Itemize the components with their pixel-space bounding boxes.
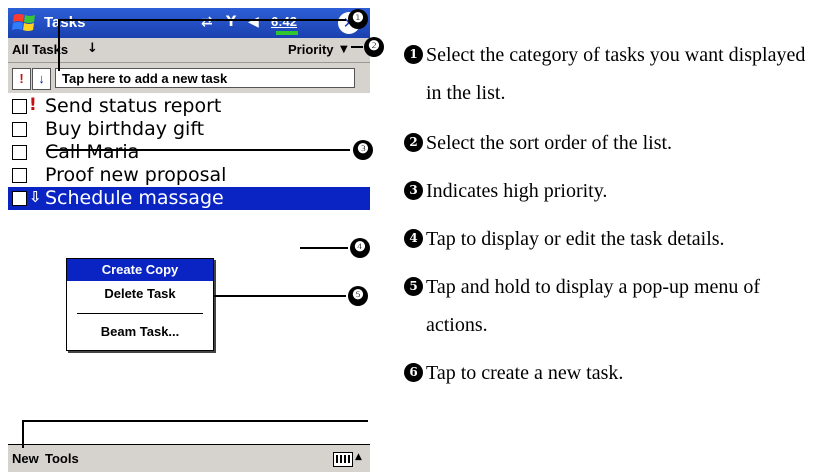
- title-bar: Tasks ⇄ Y ◀ 6:42 ✕: [8, 8, 370, 38]
- callout-line-2: [351, 46, 363, 48]
- windows-start-icon[interactable]: [12, 11, 38, 35]
- context-menu: Create Copy Delete Task Beam Task...: [66, 258, 214, 351]
- description-text: Tap and hold to display a pop-up menu of…: [426, 276, 761, 336]
- battery-indicator: [276, 31, 298, 35]
- keyboard-icon[interactable]: [333, 452, 353, 467]
- description-number: 6: [404, 363, 423, 382]
- description-item: 5 Tap and hold to display a pop-up menu …: [404, 268, 814, 344]
- task-row[interactable]: Buy birthday gift: [8, 118, 370, 141]
- task-label[interactable]: Call Maria: [45, 141, 139, 163]
- description-text: Tap to create a new task.: [426, 362, 624, 384]
- callout-marker-3: ❸: [353, 140, 373, 160]
- callout-line-1: [58, 19, 346, 21]
- description-item: 1 Select the category of tasks you want …: [404, 36, 814, 112]
- new-task-field[interactable]: Tap here to add a new task: [55, 68, 355, 88]
- input-method-arrow-icon[interactable]: ▲: [355, 452, 362, 462]
- low-priority-icon: ⇩: [29, 188, 42, 206]
- task-row-selected[interactable]: ⇩ Schedule massage: [8, 187, 370, 210]
- high-priority-icon: !: [29, 95, 37, 115]
- sort-order-dropdown[interactable]: Priority: [288, 42, 334, 57]
- task-entry-bar: ! ↓ Tap here to add a new task: [8, 63, 370, 93]
- description-text: Select the sort order of the list.: [426, 132, 673, 154]
- tools-menu[interactable]: Tools: [45, 451, 79, 466]
- volume-icon[interactable]: ◀: [248, 14, 259, 30]
- description-text: Select the category of tasks you want di…: [426, 44, 806, 104]
- menu-separator: [77, 313, 203, 314]
- clock[interactable]: 6:42: [271, 14, 297, 29]
- filter-bar: All Tasks ↓ Priority ▼: [8, 38, 370, 63]
- description-item: 3 Indicates high priority.: [404, 172, 814, 210]
- description-number: 1: [404, 45, 423, 64]
- task-checkbox[interactable]: [12, 191, 27, 206]
- command-bar: New Tools ▲: [8, 444, 370, 472]
- callout-marker-5: ❺: [348, 286, 368, 306]
- callout-marker-4: ❹: [350, 238, 370, 258]
- task-row[interactable]: ! Send status report: [8, 95, 370, 118]
- description-text: Tap to display or edit the task details.: [426, 228, 725, 250]
- callout-marker-1: ❶: [348, 9, 368, 29]
- task-row[interactable]: Call Maria: [8, 141, 370, 164]
- menu-item-beam-task[interactable]: Beam Task...: [67, 321, 213, 343]
- description-item: 2 Select the sort order of the list.: [404, 124, 814, 162]
- signal-off-icon[interactable]: Y: [226, 14, 236, 30]
- description-number: 5: [404, 277, 423, 296]
- device-screen: Tasks ⇄ Y ◀ 6:42 ✕ All Tasks ↓ Priority …: [8, 2, 370, 472]
- callout-line-6: [22, 420, 24, 448]
- callout-line-6: [22, 420, 368, 422]
- description-number: 4: [404, 229, 423, 248]
- description-list: 1 Select the category of tasks you want …: [404, 36, 814, 392]
- task-row[interactable]: Proof new proposal: [8, 164, 370, 187]
- new-button[interactable]: New: [12, 451, 39, 466]
- task-checkbox[interactable]: [12, 145, 27, 160]
- task-checkbox[interactable]: [12, 168, 27, 183]
- menu-item-delete-task[interactable]: Delete Task: [67, 283, 213, 305]
- chevron-down-icon[interactable]: ▼: [340, 44, 348, 55]
- menu-item-create-copy[interactable]: Create Copy: [67, 259, 213, 281]
- task-label[interactable]: Schedule massage: [45, 187, 224, 209]
- task-list: ! Send status report Buy birthday gift C…: [8, 95, 370, 210]
- callout-line-4: [300, 247, 348, 249]
- callout-marker-2: ❷: [364, 37, 384, 57]
- callout-line-5: [214, 295, 346, 297]
- low-priority-button[interactable]: ↓: [32, 68, 51, 90]
- description-text: Indicates high priority.: [426, 180, 608, 202]
- app-title: Tasks: [44, 14, 86, 31]
- task-checkbox[interactable]: [12, 122, 27, 137]
- description-number: 2: [404, 133, 423, 152]
- description-item: 4 Tap to display or edit the task detail…: [404, 220, 814, 258]
- callout-line-3: [48, 149, 350, 151]
- task-label[interactable]: Proof new proposal: [45, 164, 226, 186]
- connectivity-icon[interactable]: ⇄: [201, 14, 213, 30]
- task-checkbox[interactable]: [12, 99, 27, 114]
- task-label[interactable]: Buy birthday gift: [45, 118, 204, 140]
- description-item: 6 Tap to create a new task.: [404, 354, 814, 392]
- description-number: 3: [404, 181, 423, 200]
- chevron-down-icon[interactable]: ↓: [87, 41, 98, 56]
- task-label[interactable]: Send status report: [45, 95, 221, 117]
- high-priority-button[interactable]: !: [12, 68, 31, 90]
- callout-line-1: [58, 19, 60, 71]
